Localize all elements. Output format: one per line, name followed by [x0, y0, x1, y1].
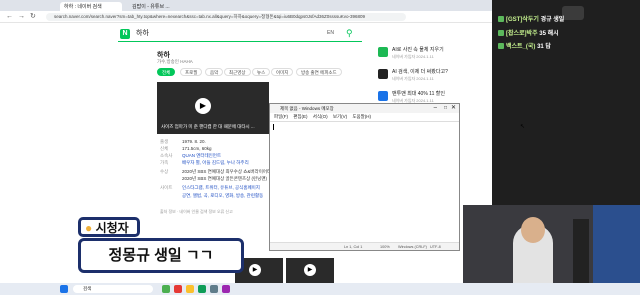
tab-inactive[interactable]: 김밥이 - 유튜브 ...: [128, 2, 190, 11]
streamer-head: [521, 217, 545, 243]
notepad-window: 제목 없음 - Windows 메모장 – □ ✕ 파일(F) 편집(E) 서식…: [269, 103, 460, 251]
viewer-overlay: ● 시청자 정몽규 생일 ㄱㄱ: [78, 217, 248, 277]
refresh-icon[interactable]: ↻: [30, 13, 36, 21]
chat-line: 백스트_(국) 31 답: [498, 41, 551, 50]
chat-line: [찹스로]박주 35 해시: [498, 28, 559, 37]
address-field[interactable]: search.naver.com/search.naver?sm=tab_hty…: [46, 13, 406, 21]
play-icon[interactable]: ▶: [195, 98, 211, 114]
status-eol: Windows (CRLF): [398, 245, 427, 249]
chip-recent-video[interactable]: 최근영상: [224, 68, 251, 76]
video-thumbnail[interactable]: ▶ 사이즈 엄마가 미 준 핸디캡 한 대 때문에 대타시 ...: [157, 82, 269, 134]
status-zoom: 100%: [380, 245, 390, 249]
app-icon[interactable]: [210, 285, 218, 293]
forward-icon[interactable]: →: [18, 13, 25, 21]
notepad-title: 제목 없음 - Windows 메모장: [270, 104, 459, 113]
status-encoding: UTF-8: [430, 245, 441, 249]
webcam-feed: [463, 205, 640, 283]
naver-logo[interactable]: N: [120, 29, 130, 39]
app-icon[interactable]: [222, 285, 230, 293]
video-caption: 사이즈 엄마가 미 준 핸디캡 한 대 때문에 대타시 ...: [161, 124, 255, 129]
side-card-title: 맨투맨 최대 40% 11 할인: [392, 91, 445, 97]
bookshelf: [593, 205, 640, 283]
language-toggle[interactable]: EN: [327, 30, 334, 36]
viewer-message: 정몽규 생일 ㄱㄱ: [78, 238, 244, 273]
search-input[interactable]: 하하: [136, 29, 149, 39]
chip-news[interactable]: 뉴스: [252, 68, 271, 76]
side-card[interactable]: AI 검색, 이제 더 써봤다고? 네이버 가입자 2024.1.11: [378, 68, 486, 88]
side-card-title: AI 검색, 이제 더 써봤다고?: [392, 69, 448, 75]
info-row[interactable]: 소속사 QUAN 엔터테인먼트: [160, 152, 221, 159]
side-card[interactable]: AI로 사진 속 물체 지우기 네이버 가입자 2024.1.11: [378, 46, 486, 66]
info-row[interactable]: 사이트 인스타그램, 트위터, 유튜브, 공식홈페이지: [160, 184, 260, 191]
info-row: 2020년 SBS 연예대상 골든콘텐츠상 (런닝맨): [182, 176, 267, 181]
viewer-tag: ● 시청자: [78, 217, 140, 237]
status-bar: Ln 1, Col 1 100% Windows (CRLF) UTF-8: [270, 242, 459, 250]
notepad-menu[interactable]: 파일(F) 편집(E) 서식(O) 보기(V) 도움말(H): [270, 113, 459, 121]
video-card[interactable]: ▶: [286, 258, 334, 283]
folder-icon[interactable]: [186, 285, 194, 293]
card-thumb-icon: [378, 91, 388, 101]
chip-episodes[interactable]: 방송 출연 에피소드: [296, 68, 342, 76]
chat-line: [GST]삭두기 경규 생일: [498, 14, 564, 23]
tab-active[interactable]: 하하 : 네이버 검색: [60, 2, 122, 11]
mouse-cursor: ↖: [520, 124, 526, 130]
info-row[interactable]: 공연, 앨범, 곡, 로디오, 영화, 방송, 관련활동: [160, 192, 263, 199]
browser-icon[interactable]: [198, 285, 206, 293]
side-card-sub: 네이버 가입자 2024.1.11: [392, 54, 434, 59]
card-thumb-icon: [378, 47, 388, 57]
play-icon[interactable]: ▶: [304, 264, 316, 276]
chip-music[interactable]: 음악: [205, 68, 224, 76]
info-row: 수상 2020년 SBS 연예대상 최우수상 쇼&버라이어티: [160, 169, 272, 174]
card-thumb-icon: [378, 69, 388, 79]
profile-subtitle: 가수,방송인 HAHA: [157, 59, 193, 64]
maximize-icon[interactable]: □: [444, 104, 447, 113]
speaker: [573, 219, 589, 283]
notepad-text-area[interactable]: [270, 121, 459, 243]
app-icon[interactable]: [174, 285, 182, 293]
info-row[interactable]: 가족 배우자 별, 아들 김드림, 누나 하주리: [160, 159, 249, 166]
search-icon[interactable]: ⚲: [346, 28, 353, 39]
search-underline: [118, 41, 362, 42]
app-icon[interactable]: [162, 285, 170, 293]
chip-all[interactable]: 전체: [157, 68, 176, 76]
close-icon[interactable]: ✕: [451, 104, 456, 113]
chip-profile[interactable]: 프로필: [180, 68, 203, 76]
info-row: 신체 171.5cm, 60kg: [160, 146, 212, 151]
text-cursor: [273, 124, 274, 130]
back-icon[interactable]: ←: [6, 13, 13, 21]
minimize-icon[interactable]: –: [434, 104, 437, 113]
info-footer[interactable]: 출처 정보 · 네이버 인물 검색 정보 오류 신고: [160, 209, 233, 215]
chip-images[interactable]: 이미지: [271, 68, 294, 76]
windows-start-icon[interactable]: [60, 285, 68, 293]
taskbar-search[interactable]: 검색: [73, 285, 153, 293]
play-icon[interactable]: ▶: [249, 264, 261, 276]
avatar: [562, 6, 584, 20]
status-position: Ln 1, Col 1: [344, 245, 363, 249]
side-card-title: AI로 사진 속 물체 지우기: [392, 47, 444, 53]
info-row: 출생 1979. 8. 20.: [160, 139, 206, 144]
side-card-sub: 네이버 가입자 2024.1.11: [392, 76, 434, 81]
